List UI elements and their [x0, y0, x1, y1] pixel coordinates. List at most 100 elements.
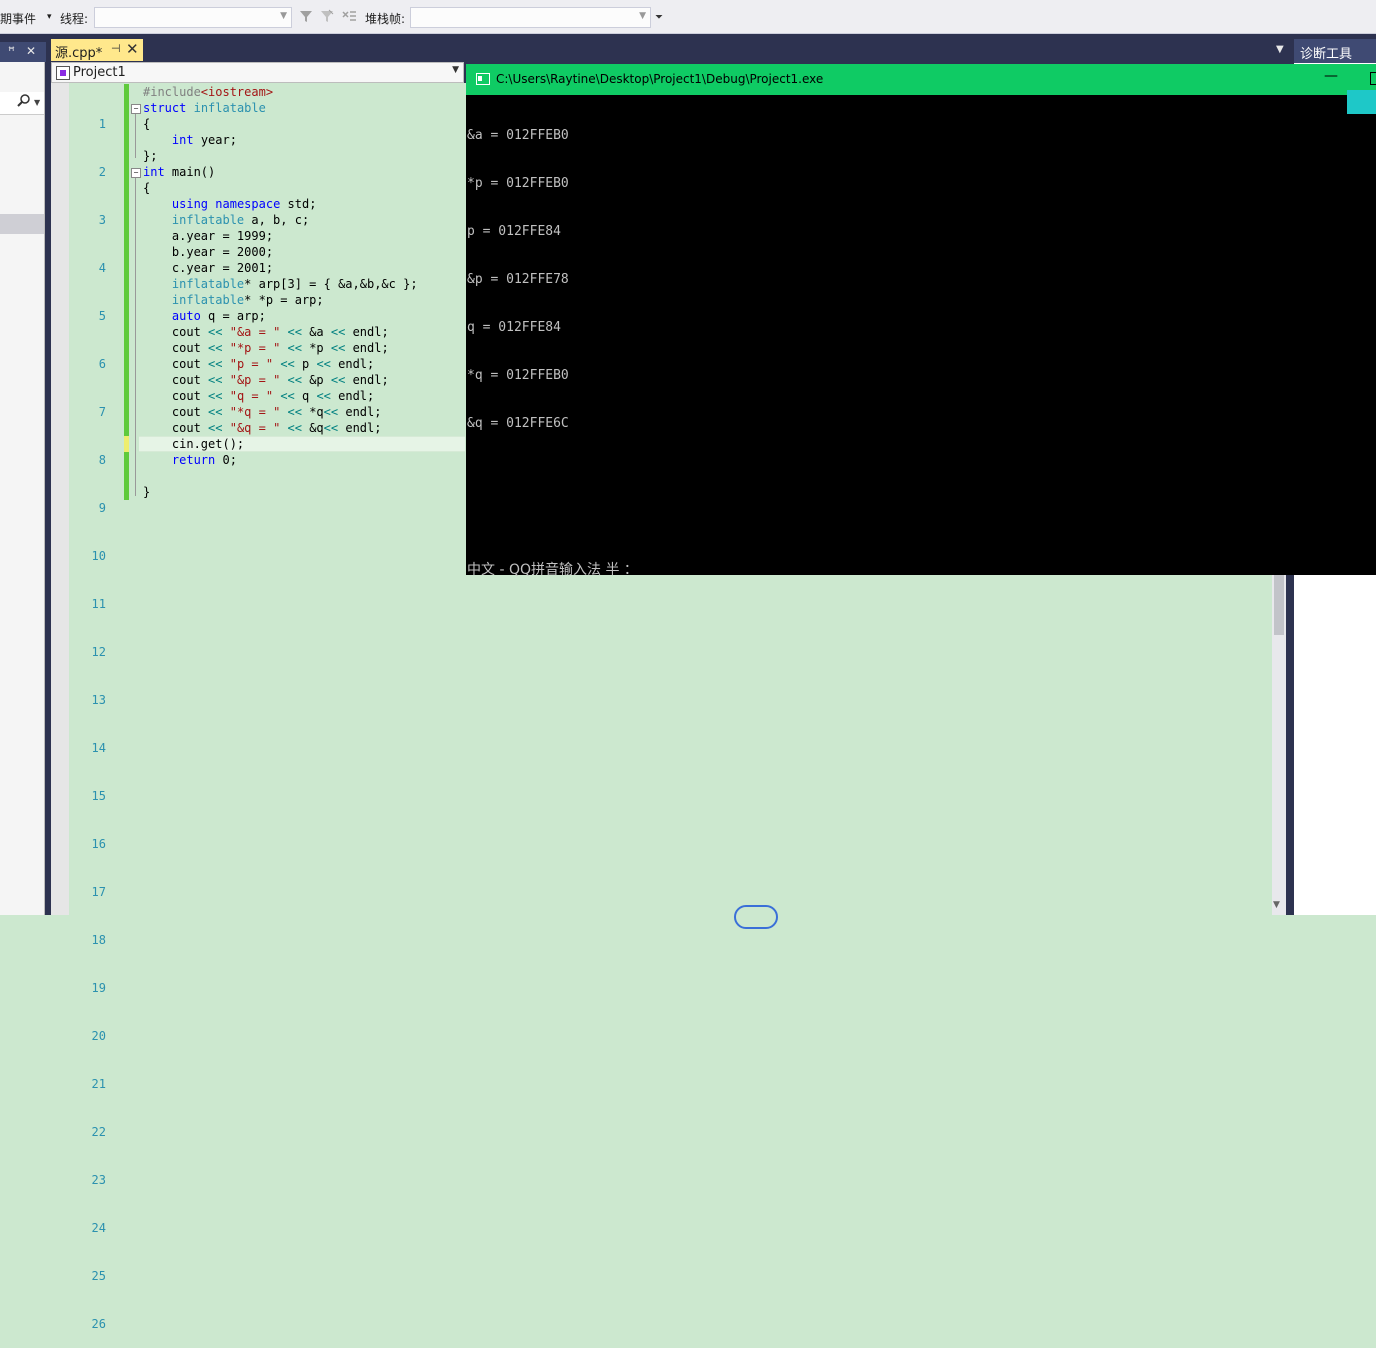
search-box[interactable]: ▼	[0, 92, 44, 115]
tab-overflow-icon[interactable]: ▼	[1276, 44, 1284, 55]
code-token: struct	[143, 101, 187, 115]
code-token: cin.get();	[143, 437, 245, 451]
fold-toggle-icon[interactable]: −	[131, 168, 141, 178]
threads-flag-icon[interactable]	[342, 9, 358, 27]
code-token: "&q = "	[229, 421, 281, 435]
code-line[interactable]: inflatable* *p = arp;	[143, 292, 418, 308]
code-line[interactable]: cin.get();	[143, 436, 418, 452]
code-line[interactable]: cout << "&p = " << &p << endl;	[143, 372, 418, 388]
stackframe-select[interactable]: ▼	[410, 7, 651, 28]
code-token: <<	[287, 325, 302, 339]
code-line[interactable]: b.year = 2000;	[143, 244, 418, 260]
code-line[interactable]: cout << "&a = " << &a << endl;	[143, 324, 418, 340]
code-token: "*p = "	[229, 341, 281, 355]
unsaved-change-marker	[124, 436, 129, 452]
pin-icon[interactable]: ꟸ	[8, 44, 15, 58]
code-token: "p = "	[229, 357, 274, 371]
chevron-down-icon: ▼	[280, 11, 287, 21]
overflow-icon[interactable]: ⏷	[655, 12, 663, 23]
code-token: p	[294, 357, 317, 371]
minimize-button[interactable]: —	[1324, 68, 1338, 84]
code-token: a, b, c;	[244, 213, 310, 227]
chevron-down-icon[interactable]: ▼	[452, 65, 459, 75]
filter-icon[interactable]	[299, 9, 313, 27]
floating-ball-icon[interactable]	[734, 905, 778, 929]
code-line[interactable]: inflatable a, b, c;	[143, 212, 418, 228]
code-token: <<	[330, 325, 346, 339]
console-line: q = 012FFE84	[467, 320, 561, 335]
code-lines[interactable]: #include<iostream> struct inflatable{ int…	[143, 84, 418, 500]
code-line[interactable]: cout << "q = " << q << endl;	[143, 388, 418, 404]
code-token: endl;	[338, 405, 382, 419]
pin-icon[interactable]: ⊣	[111, 42, 121, 55]
selected-item[interactable]	[0, 214, 44, 234]
code-line[interactable]: inflatable* arp[3] = { &a,&b,&c };	[143, 276, 418, 292]
code-line[interactable]: int main()	[143, 164, 418, 180]
code-token: <<	[287, 421, 302, 435]
code-line[interactable]: {	[143, 116, 418, 132]
code-line[interactable]: struct inflatable	[143, 100, 418, 116]
code-token: endl;	[330, 389, 375, 403]
code-token: <<	[208, 373, 223, 387]
code-token: <<	[330, 341, 346, 355]
code-line[interactable]: }	[143, 484, 418, 500]
thread-select[interactable]: ▼	[94, 7, 292, 28]
line-number: 18	[91, 933, 106, 947]
code-line[interactable]: a.year = 1999;	[143, 228, 418, 244]
code-token: year;	[193, 133, 237, 147]
tab-label: 源.cpp*	[55, 46, 103, 61]
code-line[interactable]: c.year = 2001;	[143, 260, 418, 276]
code-line[interactable]: using namespace std;	[143, 196, 418, 212]
project-icon	[56, 66, 70, 80]
code-line[interactable]: cout << "p = " << p << endl;	[143, 356, 418, 372]
code-line[interactable]: auto q = arp;	[143, 308, 418, 324]
scroll-down-icon[interactable]: ▼	[1273, 900, 1280, 910]
code-line[interactable]: #include<iostream>	[143, 84, 418, 100]
code-token: <<	[208, 421, 223, 435]
close-icon[interactable]: ✕	[126, 40, 139, 58]
floating-widget[interactable]	[1347, 90, 1376, 114]
filter-clear-icon[interactable]	[320, 9, 334, 27]
line-number: 16	[91, 837, 106, 851]
code-token: inflatable	[171, 213, 245, 227]
line-number: 17	[91, 885, 106, 899]
tab-source-cpp[interactable]: 源.cpp* ⊣ ✕	[51, 39, 143, 61]
close-icon[interactable]: ✕	[26, 44, 36, 58]
tab-diagnostics[interactable]: 诊断工具	[1294, 39, 1376, 63]
code-line[interactable]: return 0;	[143, 452, 418, 468]
code-token: }	[143, 485, 151, 499]
code-line[interactable]: cout << "*p = " << *p << endl;	[143, 340, 418, 356]
maximize-button[interactable]	[1370, 72, 1376, 85]
code-token: <<	[280, 389, 295, 403]
code-token: endl;	[345, 341, 389, 355]
scrollbar-thumb[interactable]	[1274, 575, 1284, 635]
lifecycle-events-label[interactable]: 期事件	[0, 10, 36, 27]
chevron-down-icon[interactable]: ▼	[34, 98, 40, 107]
lifecycle-dropdown-icon[interactable]: ▾	[47, 12, 52, 22]
project-nav-dropdown[interactable]: Project1 ▼	[51, 62, 464, 83]
fold-toggle-icon[interactable]: −	[131, 104, 141, 114]
console-titlebar[interactable]: C:\Users\Raytine\Desktop\Project1\Debug\…	[466, 64, 1376, 95]
fold-guide	[135, 114, 136, 158]
console-window[interactable]: C:\Users\Raytine\Desktop\Project1\Debug\…	[466, 64, 1376, 578]
code-line[interactable]	[143, 468, 418, 484]
code-line[interactable]: cout << "&q = " << &q<< endl;	[143, 420, 418, 436]
code-line[interactable]: {	[143, 180, 418, 196]
console-line: &p = 012FFE78	[467, 272, 569, 287]
code-token: <<	[287, 405, 302, 419]
code-token: *q	[301, 405, 324, 419]
code-line[interactable]: cout << "*q = " << *q<< endl;	[143, 404, 418, 420]
indicator-margin[interactable]	[51, 83, 69, 915]
code-line[interactable]: int year;	[143, 132, 418, 148]
code-token: cout	[143, 389, 209, 403]
code-line[interactable]: };	[143, 148, 418, 164]
search-icon[interactable]	[16, 94, 32, 112]
